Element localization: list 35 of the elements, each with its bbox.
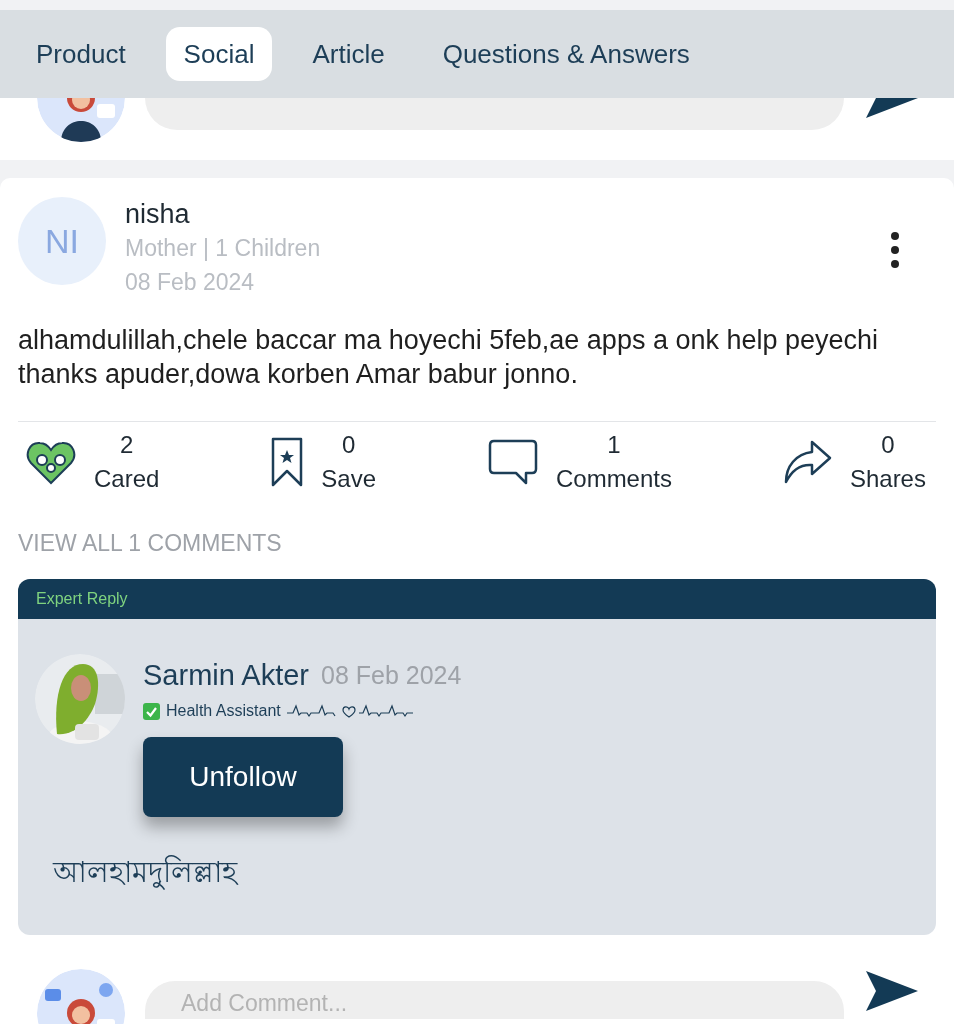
expert-role: Health Assistant — [166, 701, 281, 721]
tab[interactable]: Article — [294, 27, 403, 81]
post-date: 08 Feb 2024 — [125, 268, 256, 297]
comment-field[interactable]: Add Comment... — [145, 980, 844, 1019]
bookmark-star-icon — [271, 437, 304, 487]
more-options-icon[interactable] — [890, 232, 900, 268]
tab[interactable]: Social — [165, 27, 273, 81]
reply-text: আলহামদুলিল্লাহ — [53, 854, 237, 892]
stat-button[interactable]: 1 Comments — [487, 428, 672, 496]
share-arrow-icon — [783, 440, 832, 484]
send-icon[interactable] — [864, 968, 920, 1013]
stat-button[interactable]: 0 Save — [271, 428, 376, 496]
author-subtitle: Mother | 1 Children — [125, 234, 321, 263]
stat-button[interactable]: 2 Cared — [26, 428, 160, 496]
reply-date: 08 Feb 2024 — [321, 659, 462, 691]
speech-bubble-icon — [487, 439, 538, 485]
stat-label: Save — [321, 464, 376, 494]
stat-button[interactable]: 0 Shares — [783, 428, 926, 496]
heart-family-icon — [26, 439, 76, 485]
unfollow-button[interactable]: Unfollow — [143, 737, 343, 817]
expert-reply-label: Expert Reply — [36, 588, 128, 609]
stat-count: 0 — [881, 430, 895, 460]
avatar-initials: NI — [18, 197, 106, 285]
stat-label: Cared — [94, 464, 160, 494]
stat-label: Shares — [849, 464, 926, 494]
stat-count: 2 — [120, 430, 134, 460]
post-text: alhamdulillah,chele baccar ma hoyechi 5feb,ae apps a onk help peyechi thanks apuder,dowa korben Amar babur jonno. — [18, 324, 880, 391]
stat-count: 1 — [607, 430, 621, 460]
heartbeat-icon — [286, 704, 413, 718]
tab[interactable]: Questions & Answers — [424, 27, 708, 81]
author-name: nisha — [125, 198, 191, 231]
expert-name: Sarmin Akter — [143, 657, 309, 693]
tab[interactable]: Product — [18, 27, 144, 81]
stat-label: Comments — [555, 464, 672, 494]
stat-count: 0 — [342, 430, 356, 460]
